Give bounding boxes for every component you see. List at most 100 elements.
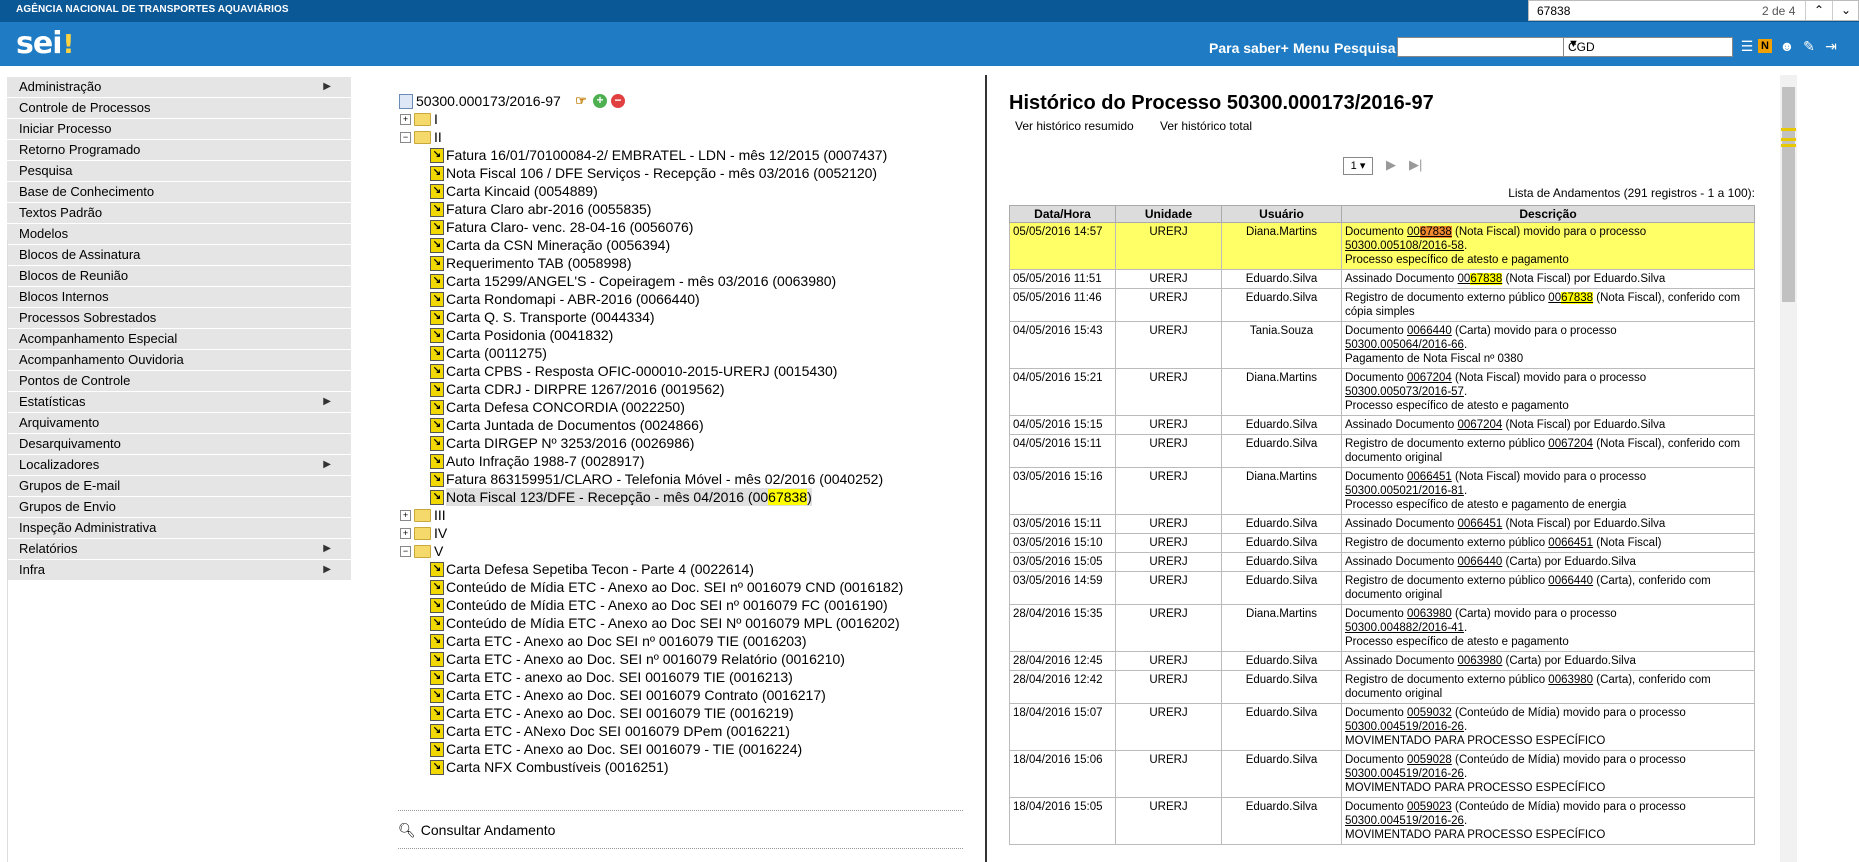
tree-document[interactable]: ↘ Carta Juntada de Documentos (0024866) (398, 416, 958, 434)
tree-document[interactable]: ↘ Carta Defesa Sepetiba Tecon - Parte 4 (… (398, 560, 958, 578)
menu-item[interactable]: Infra ▶ (7, 560, 351, 580)
row-unit[interactable]: URERJ (1115, 651, 1222, 671)
document-label[interactable]: Conteúdo de Mídia ETC - Anexo ao Doc SEI… (446, 596, 888, 614)
menu-item[interactable]: Modelos (7, 224, 351, 244)
menu-item[interactable]: Grupos de E-mail (7, 476, 351, 496)
process-link[interactable]: 50300.005064/2016-66 (1345, 339, 1464, 351)
document-link[interactable]: 0066451 (1458, 518, 1503, 530)
history-summary-link[interactable]: Ver histórico resumido (1015, 119, 1134, 133)
menu-item[interactable]: Desarquivamento (7, 434, 351, 454)
menu-item[interactable]: Pontos de Controle (7, 371, 351, 391)
unit-select[interactable]: CGD ▼ (1563, 37, 1733, 57)
process-link[interactable]: 50300.004519/2016-26 (1345, 721, 1464, 733)
tree-document[interactable]: ↘ Carta ETC - Anexo ao Doc. SEI 0016079 -… (398, 740, 958, 758)
document-label[interactable]: Fatura Claro abr-2016 (0055835) (446, 200, 651, 218)
folder-label[interactable]: I (434, 110, 438, 128)
menu-item[interactable]: Blocos Internos (7, 287, 351, 307)
document-label[interactable]: Carta ETC - Anexo ao Doc. SEI 0016079 - … (446, 740, 802, 758)
menu-item[interactable]: Iniciar Processo (7, 119, 351, 139)
menu-item[interactable]: Blocos de Reunião (7, 266, 351, 286)
menu-item[interactable]: Inspeção Administrativa (7, 518, 351, 538)
row-user[interactable]: Eduardo.Silva (1221, 703, 1342, 751)
tree-document[interactable]: ↘ Carta 15299/ANGEL'S - Copeiragem - mês … (398, 272, 958, 290)
document-link[interactable]: 0066440 (1407, 325, 1452, 337)
next-page-icon[interactable]: ▶ (1386, 157, 1396, 173)
folder-label[interactable]: III (434, 506, 446, 524)
menu-item[interactable]: Processos Sobrestados (7, 308, 351, 328)
menu-item[interactable]: Controle de Processos (7, 98, 351, 118)
document-label[interactable]: Carta CDRJ - DIRPRE 1267/2016 (0019562) (446, 380, 725, 398)
row-user[interactable]: Eduardo.Silva (1221, 552, 1342, 572)
row-user[interactable]: Eduardo.Silva (1221, 571, 1342, 605)
pesquisa-link[interactable]: Pesquisa (1334, 40, 1395, 56)
tree-folder-III[interactable]: + III (398, 506, 958, 524)
tree-document[interactable]: ↘ Carta Defesa CONCORDIA (0022250) (398, 398, 958, 416)
row-unit[interactable]: URERJ (1115, 321, 1222, 369)
tree-document[interactable]: ↘ Fatura Claro- venc. 28-04-16 (0056076) (398, 218, 958, 236)
row-unit[interactable]: URERJ (1115, 604, 1222, 652)
tree-document[interactable]: ↘ Requerimento TAB (0058998) (398, 254, 958, 272)
row-user[interactable]: Eduardo.Silva (1221, 434, 1342, 468)
tree-document[interactable]: ↘ Fatura 16/01/70100084-2/ EMBRATEL - LDN… (398, 146, 958, 164)
row-user[interactable]: Eduardo.Silva (1221, 269, 1342, 289)
document-label[interactable]: Carta ETC - Anexo ao Doc. SEI 0016079 TI… (446, 704, 794, 722)
sei-logo[interactable]: sei! (16, 26, 74, 61)
tree-document[interactable]: ↘ Carta CPBS - Resposta OFIC-000010-2015-… (398, 362, 958, 380)
document-link[interactable]: 0067204 (1458, 419, 1503, 431)
row-user[interactable]: Eduardo.Silva (1221, 797, 1342, 845)
row-user[interactable]: Tania.Souza (1221, 321, 1342, 369)
document-link[interactable]: 0063980 (1458, 655, 1503, 667)
settings-icon[interactable]: ✎ (1800, 37, 1818, 55)
tree-document[interactable]: ↘ Carta ETC - ANexo Doc SEI 0016079 DPem … (398, 722, 958, 740)
document-label[interactable]: Requerimento TAB (0058998) (446, 254, 631, 272)
document-label[interactable]: Carta CPBS - Resposta OFIC-000010-2015-U… (446, 362, 837, 380)
row-user[interactable]: Diana.Martins (1221, 368, 1342, 416)
tree-folder-V[interactable]: − V (398, 542, 958, 560)
menu-item[interactable]: Administração ▶ (7, 77, 351, 97)
tree-document[interactable]: ↘ Carta NFX Combustíveis (0016251) (398, 758, 958, 776)
tree-document[interactable]: ↘ Conteúdo de Mídia ETC - Anexo ao Doc. S… (398, 578, 958, 596)
tree-document[interactable]: ↘ Carta Rondomapi - ABR-2016 (0066440) (398, 290, 958, 308)
document-label[interactable]: Carta Kincaid (0054889) (446, 182, 598, 200)
document-link[interactable]: 0063980 (1548, 674, 1593, 686)
tree-document[interactable]: ↘ Carta CDRJ - DIRPRE 1267/2016 (0019562) (398, 380, 958, 398)
process-link[interactable]: 50300.005021/2016-81 (1345, 485, 1464, 497)
tree-document[interactable]: ↘ Carta ETC - Anexo ao Doc. SEI 0016079 T… (398, 704, 958, 722)
document-label[interactable]: Conteúdo de Mídia ETC - Anexo ao Doc SEI… (446, 614, 900, 632)
tree-document[interactable]: ↘ Conteúdo de Mídia ETC - Anexo ao Doc SE… (398, 596, 958, 614)
folder-label[interactable]: II (434, 128, 442, 146)
document-label[interactable]: Carta 15299/ANGEL'S - Copeiragem - mês 0… (446, 272, 836, 290)
document-link[interactable]: 0067838 (1548, 292, 1594, 304)
process-number[interactable]: 50300.000173/2016-97 (416, 92, 561, 110)
row-unit[interactable]: URERJ (1115, 533, 1222, 553)
expand-icon[interactable]: + (400, 528, 411, 539)
tree-document[interactable]: ↘ Nota Fiscal 106 / DFE Serviços - Recepç… (398, 164, 958, 182)
document-label[interactable]: Fatura 16/01/70100084-2/ EMBRATEL - LDN … (446, 146, 887, 164)
menu-link[interactable]: Menu (1293, 40, 1330, 56)
row-user[interactable]: Eduardo.Silva (1221, 670, 1342, 704)
process-link[interactable]: 50300.005108/2016-58 (1345, 240, 1464, 252)
hand-icon[interactable]: ☞ (574, 94, 588, 108)
document-label[interactable]: Carta NFX Combustíveis (0016251) (446, 758, 669, 776)
document-label[interactable]: Carta Posidonia (0041832) (446, 326, 613, 344)
document-link[interactable]: 0063980 (1407, 608, 1452, 620)
row-user[interactable]: Eduardo.Silva (1221, 651, 1342, 671)
tree-folder-IV[interactable]: + IV (398, 524, 958, 542)
row-unit[interactable]: URERJ (1115, 222, 1222, 270)
tree-document[interactable]: ↘ Fatura 863159951/CLARO - Telefonia Móve… (398, 470, 958, 488)
consult-label[interactable]: Consultar Andamento (421, 822, 556, 838)
collapse-icon[interactable]: − (400, 132, 411, 143)
menu-item[interactable]: Localizadores ▶ (7, 455, 351, 475)
document-label[interactable]: Carta (0011275) (446, 344, 547, 362)
find-next-icon[interactable]: ⌄ (1832, 1, 1859, 20)
tree-document[interactable]: ↘ Nota Fiscal 123/DFE - Recepção - mês 04… (398, 488, 958, 506)
document-link[interactable]: 0059032 (1407, 707, 1452, 719)
row-unit[interactable]: URERJ (1115, 269, 1222, 289)
document-label[interactable]: Carta ETC - ANexo Doc SEI 0016079 DPem (… (446, 722, 790, 740)
tree-document[interactable]: ↘ Carta DIRGEP Nº 3253/2016 (0026986) (398, 434, 958, 452)
search-input[interactable] (1397, 37, 1587, 57)
document-label[interactable]: Fatura Claro- venc. 28-04-16 (0056076) (446, 218, 693, 236)
expand-icon[interactable]: + (400, 114, 411, 125)
menu-item[interactable]: Relatórios ▶ (7, 539, 351, 559)
tree-document[interactable]: ↘ Auto Infração 1988-7 (0028917) (398, 452, 958, 470)
